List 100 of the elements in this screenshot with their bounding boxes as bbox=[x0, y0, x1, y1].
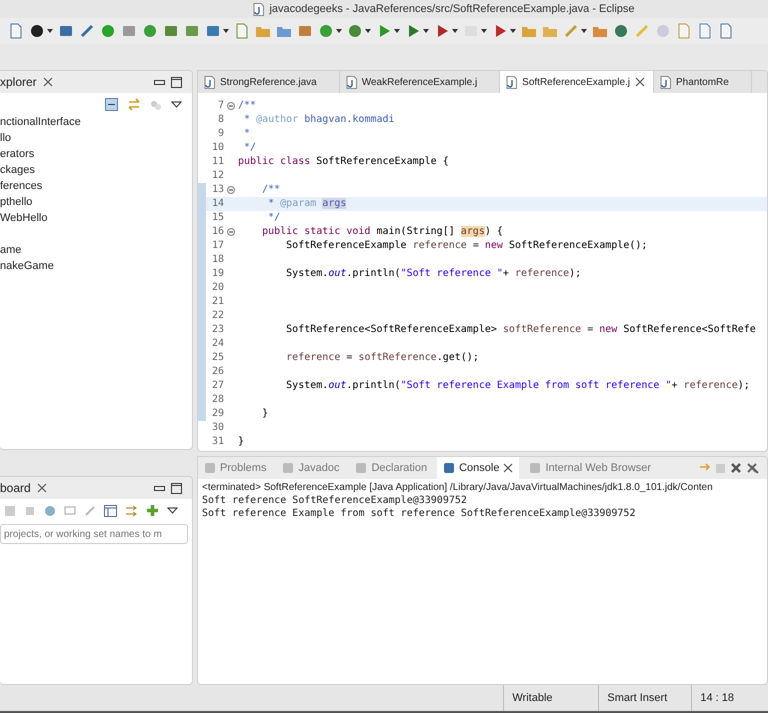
tree-item[interactable]: nakeGame bbox=[0, 258, 192, 274]
java-file-icon bbox=[506, 76, 518, 88]
code-line: * bbox=[243, 127, 250, 141]
close-icon[interactable] bbox=[503, 463, 514, 473]
maximize-icon[interactable] bbox=[171, 482, 182, 494]
tree-item[interactable]: pthello bbox=[0, 194, 192, 210]
code-line: * @param args bbox=[267, 197, 346, 211]
caret-icon[interactable] bbox=[423, 29, 429, 33]
close-icon[interactable] bbox=[635, 77, 646, 87]
line-number: 12 bbox=[210, 169, 224, 183]
tab-label: Declaration bbox=[371, 462, 428, 474]
close-icon[interactable] bbox=[42, 77, 53, 87]
line-number: 17 bbox=[210, 239, 224, 253]
tab-label: Console bbox=[459, 462, 500, 474]
line-number: 24 bbox=[210, 337, 224, 351]
view-icon bbox=[204, 462, 216, 474]
code-line: */ bbox=[243, 141, 256, 155]
caret-icon[interactable] bbox=[47, 29, 53, 33]
view-tab[interactable]: Declaration bbox=[349, 457, 434, 479]
close-icon[interactable] bbox=[730, 462, 742, 474]
view-icon bbox=[529, 462, 542, 474]
close-icon[interactable] bbox=[36, 483, 47, 493]
plus-icon[interactable] bbox=[146, 504, 159, 517]
window-icon[interactable] bbox=[104, 504, 117, 516]
console-output-line: Soft reference Example from soft reference SoftReferenceExample@33909752 bbox=[201, 507, 636, 520]
line-number: 13 bbox=[210, 183, 224, 197]
view-tab[interactable]: Problems bbox=[198, 457, 272, 479]
editor-tab[interactable]: PhantomRe bbox=[654, 71, 752, 93]
fold-icon[interactable] bbox=[227, 186, 235, 194]
line-number: 21 bbox=[210, 295, 224, 309]
line-number: 16 bbox=[210, 225, 224, 239]
line-number: 10 bbox=[210, 141, 224, 155]
document-icon[interactable] bbox=[676, 23, 692, 39]
code-line: } bbox=[261, 407, 268, 421]
line-number: 23 bbox=[210, 323, 224, 337]
code-line: /** bbox=[261, 183, 280, 197]
tree-item[interactable]: ckages bbox=[0, 162, 192, 178]
code-line: SoftReferenceExample reference = new SoftReferenceExample(); bbox=[285, 239, 648, 253]
caret-icon[interactable] bbox=[581, 29, 587, 33]
panel-title[interactable]: board bbox=[0, 481, 31, 495]
caret-icon[interactable] bbox=[452, 29, 458, 33]
view-tab[interactable]: Console bbox=[437, 457, 520, 479]
close-all-icon[interactable] bbox=[746, 462, 759, 474]
java-file-icon bbox=[253, 2, 264, 16]
code-line: reference = softReference.get(); bbox=[285, 351, 479, 365]
tab-label: Problems bbox=[220, 462, 266, 474]
line-number: 15 bbox=[210, 211, 224, 225]
fold-icon[interactable] bbox=[227, 102, 235, 110]
line-number: 25 bbox=[210, 351, 224, 365]
minimize-icon[interactable] bbox=[154, 486, 165, 490]
tab-label: Internal Web Browser bbox=[545, 462, 652, 474]
line-number: 27 bbox=[210, 379, 224, 393]
line-number: 19 bbox=[210, 267, 224, 281]
code-line: public class SoftReferenceExample { bbox=[238, 155, 449, 169]
caret-icon[interactable] bbox=[336, 29, 342, 33]
tab-label: SoftReferenceExample.j bbox=[522, 76, 630, 88]
line-number: 14 bbox=[210, 197, 224, 211]
java-file-icon bbox=[660, 76, 672, 88]
view-tab[interactable]: Internal Web Browser bbox=[523, 457, 658, 479]
line-number: 20 bbox=[210, 281, 224, 295]
tree-item[interactable]: ame bbox=[0, 242, 192, 258]
view-menu-icon[interactable] bbox=[171, 101, 182, 108]
code-line: /** bbox=[238, 99, 256, 113]
tree-item[interactable]: llo bbox=[0, 130, 192, 146]
window-title: javacodegeeks - JavaReferences/src/SoftReferenceExample.java - Eclipse bbox=[269, 3, 634, 15]
tree-item[interactable]: erators bbox=[0, 146, 192, 162]
caret-icon[interactable] bbox=[510, 29, 516, 33]
line-number: 22 bbox=[210, 309, 224, 323]
caret-icon[interactable] bbox=[223, 29, 229, 33]
console-header: <terminated> SoftReferenceExample [Java Application] /Library/Java/JavaVirtualMachines/jdk1.8.0_101.jdk/Conten bbox=[201, 481, 714, 494]
line-number: 29 bbox=[210, 407, 224, 421]
panel-title[interactable]: xplorer bbox=[0, 75, 37, 89]
code-line: * @author bhagvan.kommadi bbox=[243, 113, 395, 127]
status-field: Writable bbox=[503, 685, 598, 711]
tab-label: PhantomRe bbox=[676, 76, 729, 88]
maximize-icon[interactable] bbox=[171, 76, 182, 88]
tree-item[interactable]: nctionalInterface bbox=[0, 114, 192, 130]
line-number: 8 bbox=[216, 113, 224, 127]
line-number: 26 bbox=[210, 365, 224, 379]
view-icon bbox=[443, 462, 456, 474]
line-number: 11 bbox=[210, 155, 224, 169]
editor-tab[interactable]: SoftReferenceExample.j bbox=[500, 71, 654, 93]
search-field[interactable]: projects, or working set names to m bbox=[0, 524, 188, 544]
collapse-all-icon[interactable] bbox=[105, 98, 118, 111]
view-tab[interactable]: Javadoc bbox=[276, 457, 346, 479]
link-arrows-icon[interactable] bbox=[127, 98, 141, 111]
caret-icon[interactable] bbox=[481, 29, 487, 33]
tree-item[interactable]: ferences bbox=[0, 178, 192, 194]
minimize-icon[interactable] bbox=[154, 80, 165, 84]
caret-icon[interactable] bbox=[365, 29, 371, 33]
line-number: 28 bbox=[210, 393, 224, 407]
fold-icon[interactable] bbox=[227, 228, 235, 236]
tab-label: StrongReference.java bbox=[220, 76, 317, 88]
tree-item[interactable]: WebHello bbox=[0, 210, 192, 226]
caret-icon[interactable] bbox=[394, 29, 400, 33]
code-line: System.out.println("Soft reference "+ reference); bbox=[285, 267, 582, 281]
console-output-line: Soft reference SoftReferenceExample@33909752 bbox=[201, 494, 468, 507]
view-menu-icon[interactable] bbox=[167, 507, 178, 514]
editor-tab[interactable]: StrongReference.java bbox=[198, 71, 340, 93]
arrows-icon[interactable] bbox=[125, 504, 138, 516]
